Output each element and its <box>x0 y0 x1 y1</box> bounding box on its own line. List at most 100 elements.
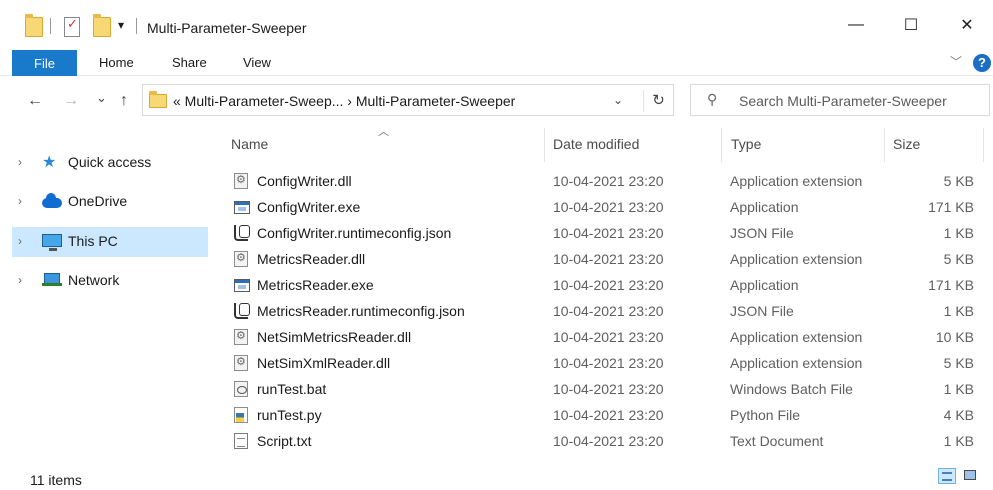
file-row[interactable]: NetSimXmlReader.dll 10-04-2021 23:20 App… <box>222 350 984 376</box>
file-date-modified: 10-04-2021 23:20 <box>553 407 664 423</box>
search-input[interactable] <box>739 91 979 111</box>
json-file-icon <box>234 303 250 319</box>
forward-button[interactable]: → <box>63 92 79 110</box>
minimize-button[interactable]: — <box>833 10 879 40</box>
file-size: 10 KB <box>935 329 974 345</box>
chevron-right-icon[interactable]: › <box>18 234 22 248</box>
file-date-modified: 10-04-2021 23:20 <box>553 329 664 345</box>
file-row[interactable]: runTest.py 10-04-2021 23:20 Python File … <box>222 402 984 428</box>
customize-quick-access-icon[interactable]: ▾ <box>118 18 124 38</box>
new-folder-icon[interactable] <box>93 14 111 37</box>
ribbon: File Home Share View ﹀ ? <box>0 50 993 76</box>
column-header-size[interactable]: Size <box>893 136 920 158</box>
file-type: Python File <box>730 407 801 423</box>
sidebar-item-network[interactable]: › Network <box>12 266 208 296</box>
sidebar-item-label: OneDrive <box>68 193 128 209</box>
python-file-icon <box>234 407 248 423</box>
file-name: ConfigWriter.runtimeconfig.json <box>257 225 452 241</box>
file-date-modified: 10-04-2021 23:20 <box>553 225 664 241</box>
sidebar-item-label: This PC <box>68 233 118 249</box>
file-row[interactable]: MetricsReader.dll 10-04-2021 23:20 Appli… <box>222 246 984 272</box>
breadcrumb[interactable]: « Multi-Parameter-Sweep... › Multi-Param… <box>173 93 515 109</box>
file-type: Application extension <box>730 251 863 267</box>
sidebar-item-onedrive[interactable]: › OneDrive <box>12 187 208 217</box>
file-name: MetricsReader.runtimeconfig.json <box>257 303 465 319</box>
refresh-button[interactable]: ↻ <box>643 90 673 112</box>
separator <box>50 18 51 34</box>
chevron-right-icon[interactable]: › <box>18 194 22 208</box>
navigation-bar: ← → ⌄ ↑ « Multi-Parameter-Sweep... › Mul… <box>0 80 993 126</box>
back-button[interactable]: ← <box>27 92 43 110</box>
column-divider[interactable] <box>721 128 722 162</box>
column-divider[interactable] <box>544 128 545 162</box>
tab-view[interactable]: View <box>243 55 271 70</box>
dll-file-icon <box>234 173 248 189</box>
file-name: MetricsReader.exe <box>257 277 374 293</box>
chevron-right-icon[interactable]: › <box>18 273 22 287</box>
file-name: NetSimXmlReader.dll <box>257 355 391 371</box>
file-name: Script.txt <box>257 433 312 449</box>
file-row[interactable]: ConfigWriter.runtimeconfig.json 10-04-20… <box>222 220 984 246</box>
column-divider[interactable] <box>983 128 984 162</box>
network-icon <box>42 273 62 289</box>
file-row[interactable]: MetricsReader.runtimeconfig.json 10-04-2… <box>222 298 984 324</box>
sort-ascending-icon: ︿ <box>378 126 389 138</box>
address-bar[interactable]: « Multi-Parameter-Sweep... › Multi-Param… <box>142 84 674 116</box>
file-name: ConfigWriter.exe <box>257 199 361 215</box>
file-name: NetSimMetricsReader.dll <box>257 329 412 345</box>
close-button[interactable]: ✕ <box>944 10 990 40</box>
file-row[interactable]: ConfigWriter.exe 10-04-2021 23:20 Applic… <box>222 194 984 220</box>
tab-home[interactable]: Home <box>99 55 134 70</box>
column-divider[interactable] <box>884 128 885 162</box>
search-box[interactable]: ⚲ <box>690 84 990 116</box>
application-icon <box>234 279 250 292</box>
tab-share[interactable]: Share <box>172 55 207 70</box>
text-file-icon <box>234 433 248 449</box>
sidebar-item-label: Quick access <box>68 154 152 170</box>
file-type: Application extension <box>730 329 863 345</box>
file-row[interactable]: NetSimMetricsReader.dll 10-04-2021 23:20… <box>222 324 984 350</box>
file-row[interactable]: ConfigWriter.dll 10-04-2021 23:20 Applic… <box>222 168 984 194</box>
window-title: Multi-Parameter-Sweeper <box>147 20 307 36</box>
expand-ribbon-icon[interactable]: ﹀ <box>950 53 962 70</box>
dll-file-icon <box>234 355 248 371</box>
up-button[interactable]: ↑ <box>120 92 128 110</box>
file-type: Application extension <box>730 355 863 371</box>
column-header-name[interactable]: Name <box>231 136 268 158</box>
file-type: Application <box>730 277 799 293</box>
details-view-button[interactable] <box>938 468 956 484</box>
dll-file-icon <box>234 251 248 267</box>
tab-file[interactable]: File <box>12 50 77 76</box>
folder-icon[interactable] <box>25 14 43 37</box>
properties-icon[interactable] <box>64 16 80 37</box>
file-date-modified: 10-04-2021 23:20 <box>553 199 664 215</box>
details-view-icon <box>942 472 952 481</box>
column-header-type[interactable]: Type <box>731 136 761 158</box>
file-size: 171 KB <box>928 277 974 293</box>
sidebar-item-this-pc[interactable]: › This PC <box>12 227 208 257</box>
file-date-modified: 10-04-2021 23:20 <box>553 303 664 319</box>
file-size: 1 KB <box>943 225 974 241</box>
file-size: 5 KB <box>943 355 974 371</box>
file-date-modified: 10-04-2021 23:20 <box>553 355 664 371</box>
file-row[interactable]: runTest.bat 10-04-2021 23:20 Windows Bat… <box>222 376 984 402</box>
maximize-button[interactable]: ☐ <box>888 10 934 40</box>
recent-locations-button[interactable]: ⌄ <box>96 90 107 106</box>
file-date-modified: 10-04-2021 23:20 <box>553 381 664 397</box>
search-icon: ⚲ <box>707 91 718 107</box>
large-icons-view-button[interactable] <box>962 468 980 484</box>
file-type: Text Document <box>730 433 824 449</box>
sidebar-item-quick-access[interactable]: › ★ Quick access <box>12 148 208 178</box>
title-bar: ▾ Multi-Parameter-Sweeper — ☐ ✕ <box>0 0 993 42</box>
star-icon: ★ <box>42 154 57 171</box>
chevron-down-icon[interactable]: ⌄ <box>613 93 623 107</box>
help-icon[interactable]: ? <box>973 54 991 72</box>
file-name: runTest.py <box>257 407 322 423</box>
file-row[interactable]: MetricsReader.exe 10-04-2021 23:20 Appli… <box>222 272 984 298</box>
chevron-right-icon[interactable]: › <box>18 155 22 169</box>
file-size: 5 KB <box>943 251 974 267</box>
file-row[interactable]: Script.txt 10-04-2021 23:20 Text Documen… <box>222 428 984 454</box>
column-header-date-modified[interactable]: Date modified <box>553 136 639 158</box>
file-size: 5 KB <box>943 173 974 189</box>
file-name: runTest.bat <box>257 381 327 397</box>
